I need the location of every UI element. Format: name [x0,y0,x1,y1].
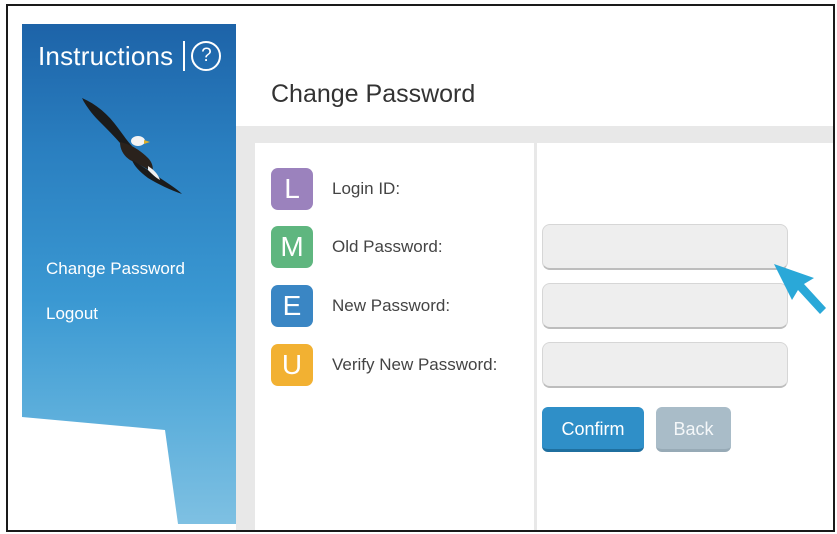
instructions-header: Instructions ? [38,38,222,74]
nav-logout[interactable]: Logout [46,304,98,324]
new-password-label: New Password: [332,296,451,315]
old-password-badge: M [271,226,313,268]
eagle-logo [82,98,182,194]
pointer-arrow-icon [774,264,826,314]
old-password-row: M Old Password: [271,226,443,268]
window-frame-bottom [6,530,835,532]
back-button[interactable]: Back [656,407,731,452]
login-id-label: Login ID: [332,179,401,198]
new-password-row: E New Password: [271,285,450,327]
verify-password-badge: U [271,344,313,386]
old-password-field[interactable] [542,224,788,270]
confirm-button[interactable]: Confirm [542,407,644,452]
verify-password-field[interactable] [542,342,788,388]
login-id-badge: L [271,168,313,210]
login-id-row: L Login ID: [271,168,400,210]
title-divider [183,41,186,71]
page-title: Change Password [271,80,476,108]
new-password-badge: E [271,285,313,327]
new-password-field[interactable] [542,283,788,329]
instructions-title: Instructions [38,40,174,71]
old-password-label: Old Password: [332,237,443,256]
verify-password-label: Verify New Password: [332,355,498,374]
verify-password-row: U Verify New Password: [271,344,497,386]
window-frame-right [833,4,835,532]
help-icon[interactable]: ? [191,41,222,71]
fields-panel [537,143,833,530]
sidebar: Instructions ? Change Password Logout [22,24,236,524]
nav-change-password[interactable]: Change Password [46,259,185,279]
